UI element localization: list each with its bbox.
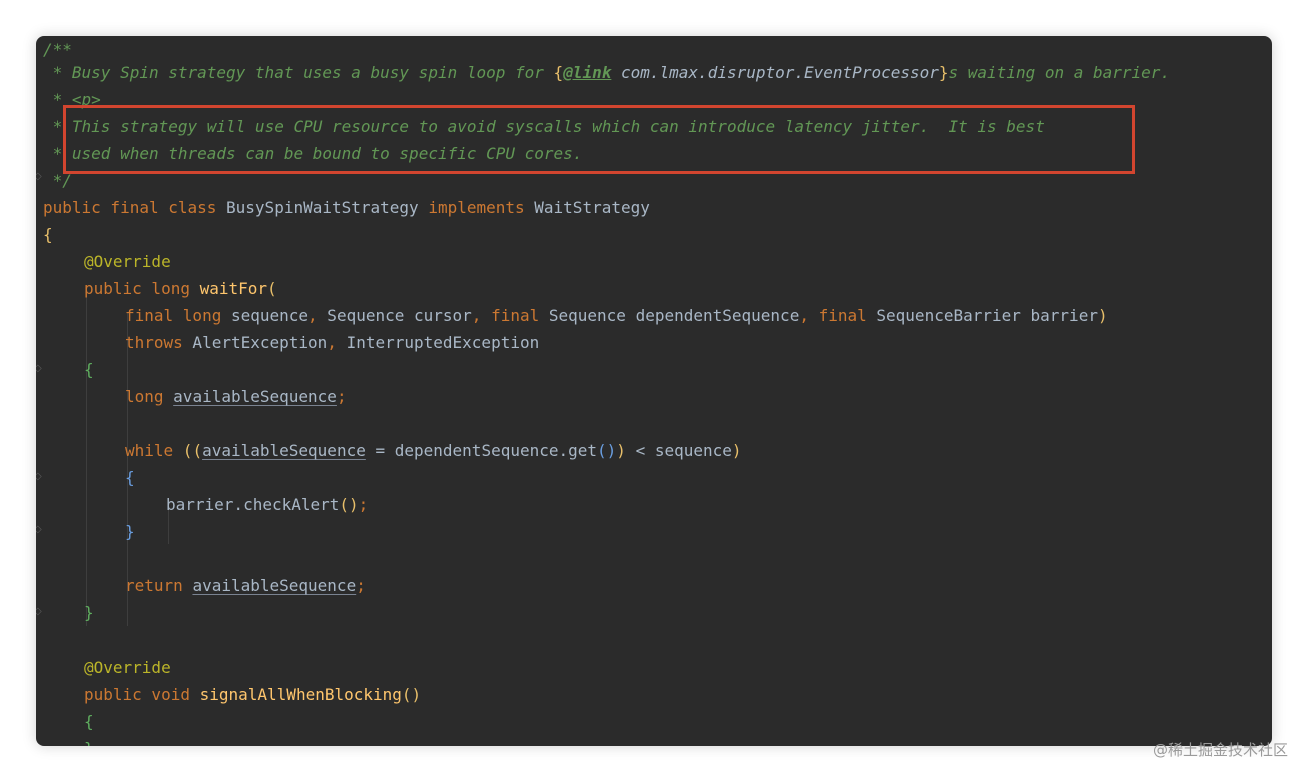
brace: { (43, 225, 53, 244)
annotation[interactable]: @Override (84, 658, 171, 677)
brace: } (125, 522, 135, 541)
code-line-10[interactable]: public long waitFor( (84, 275, 277, 302)
watermark: @稀土掘金技术社区 (1152, 741, 1288, 759)
paren: ) (731, 441, 742, 460)
code-line-22[interactable]: public void signalAllWhenBlocking() (84, 681, 421, 708)
keyword: while (125, 441, 174, 460)
code-line-16[interactable]: { (125, 464, 135, 491)
paren: ) (1097, 306, 1108, 325)
expression: < sequence (625, 441, 732, 460)
doc-link-target[interactable]: com.lmax.disruptor.EventProcessor (611, 63, 939, 82)
class-name[interactable]: BusySpinWaitStrategy (216, 198, 428, 217)
brace: { (84, 360, 94, 379)
fold-marker-icon[interactable]: ◇ (36, 171, 42, 182)
exception-name[interactable]: AlertException (183, 333, 327, 352)
expression: = dependentSequence.get (365, 441, 598, 460)
method-name[interactable]: waitFor (200, 279, 267, 298)
param: Sequence dependentSequence (539, 306, 800, 325)
keyword: final long (125, 306, 222, 325)
code-line-21[interactable]: @Override (84, 654, 171, 681)
brace: { (553, 63, 564, 82)
comma: , (471, 306, 482, 325)
param: Sequence cursor (317, 306, 472, 325)
code-line-15[interactable]: while ((availableSequence = dependentSeq… (125, 437, 742, 464)
brace: } (84, 603, 94, 622)
fold-marker-icon[interactable]: ◇ (36, 524, 42, 535)
code-line-2[interactable]: * Busy Spin strategy that uses a busy sp… (43, 59, 1170, 86)
fold-marker-icon[interactable]: ◇ (36, 606, 42, 617)
doc-comment-text: * Busy Spin strategy that uses a busy sp… (43, 63, 554, 82)
comma: , (799, 306, 809, 325)
keyword: throws (125, 333, 183, 352)
fold-marker-icon[interactable]: ◇ (36, 363, 42, 374)
code-line-9[interactable]: @Override (84, 248, 171, 275)
doc-comment-open: /** (43, 40, 72, 59)
variable-name[interactable]: availableSequence (192, 576, 356, 595)
code-line-23[interactable]: { (84, 708, 94, 735)
keyword: public long (84, 279, 190, 298)
paren: ( (267, 279, 277, 298)
paren: (( (173, 441, 203, 460)
comma: , (308, 306, 318, 325)
code-line-24[interactable]: } (84, 735, 94, 746)
semicolon: ; (356, 576, 366, 595)
paren: () (339, 495, 359, 514)
code-line-11[interactable]: final long sequence, Sequence cursor, fi… (125, 302, 1108, 329)
brace: { (125, 468, 135, 487)
code-line-17[interactable]: barrier.checkAlert(); (166, 491, 368, 518)
keyword: public final class (43, 198, 217, 217)
code-line-20[interactable]: } (84, 599, 94, 626)
paren: () (597, 441, 617, 460)
keyword: final (808, 306, 867, 325)
keyword: final (481, 306, 540, 325)
code-line-18[interactable]: } (125, 518, 135, 545)
keyword: long (125, 387, 164, 406)
fold-marker-icon[interactable]: ◇ (36, 471, 42, 482)
code-line-7[interactable]: public final class BusySpinWaitStrategy … (43, 194, 650, 221)
code-line-12[interactable]: throws AlertException, InterruptedExcept… (125, 329, 539, 356)
semicolon: ; (358, 495, 369, 514)
keyword: return (125, 576, 183, 595)
code-line-19[interactable]: return availableSequence; (125, 572, 366, 599)
code-line-13[interactable]: { (84, 356, 94, 383)
brace: } (938, 63, 949, 82)
variable-name[interactable]: availableSequence (202, 441, 366, 460)
annotation[interactable]: @Override (84, 252, 171, 271)
brace: } (84, 739, 94, 746)
indent-guide (86, 286, 87, 626)
method-name[interactable]: signalAllWhenBlocking (200, 685, 402, 704)
method-call[interactable]: barrier.checkAlert (166, 495, 339, 514)
keyword: implements (428, 198, 525, 217)
variable-name[interactable]: availableSequence (173, 387, 337, 406)
exception-name[interactable]: InterruptedException (337, 333, 540, 352)
interface-name[interactable]: WaitStrategy (525, 198, 650, 217)
comma: , (327, 333, 337, 352)
brace: { (84, 712, 94, 731)
highlight-box (63, 105, 1135, 174)
semicolon: ; (336, 387, 347, 406)
paren: () (401, 685, 422, 704)
keyword: public void (84, 685, 190, 704)
doc-comment-text: s waiting on a barrier. (948, 63, 1171, 82)
code-line-14[interactable]: long availableSequence; (125, 383, 347, 410)
param: SequenceBarrier barrier (866, 306, 1098, 325)
param: sequence (221, 306, 309, 325)
code-line-8[interactable]: { (43, 221, 53, 248)
paren: ) (616, 441, 626, 460)
doc-link-tag[interactable]: @link (563, 63, 611, 82)
